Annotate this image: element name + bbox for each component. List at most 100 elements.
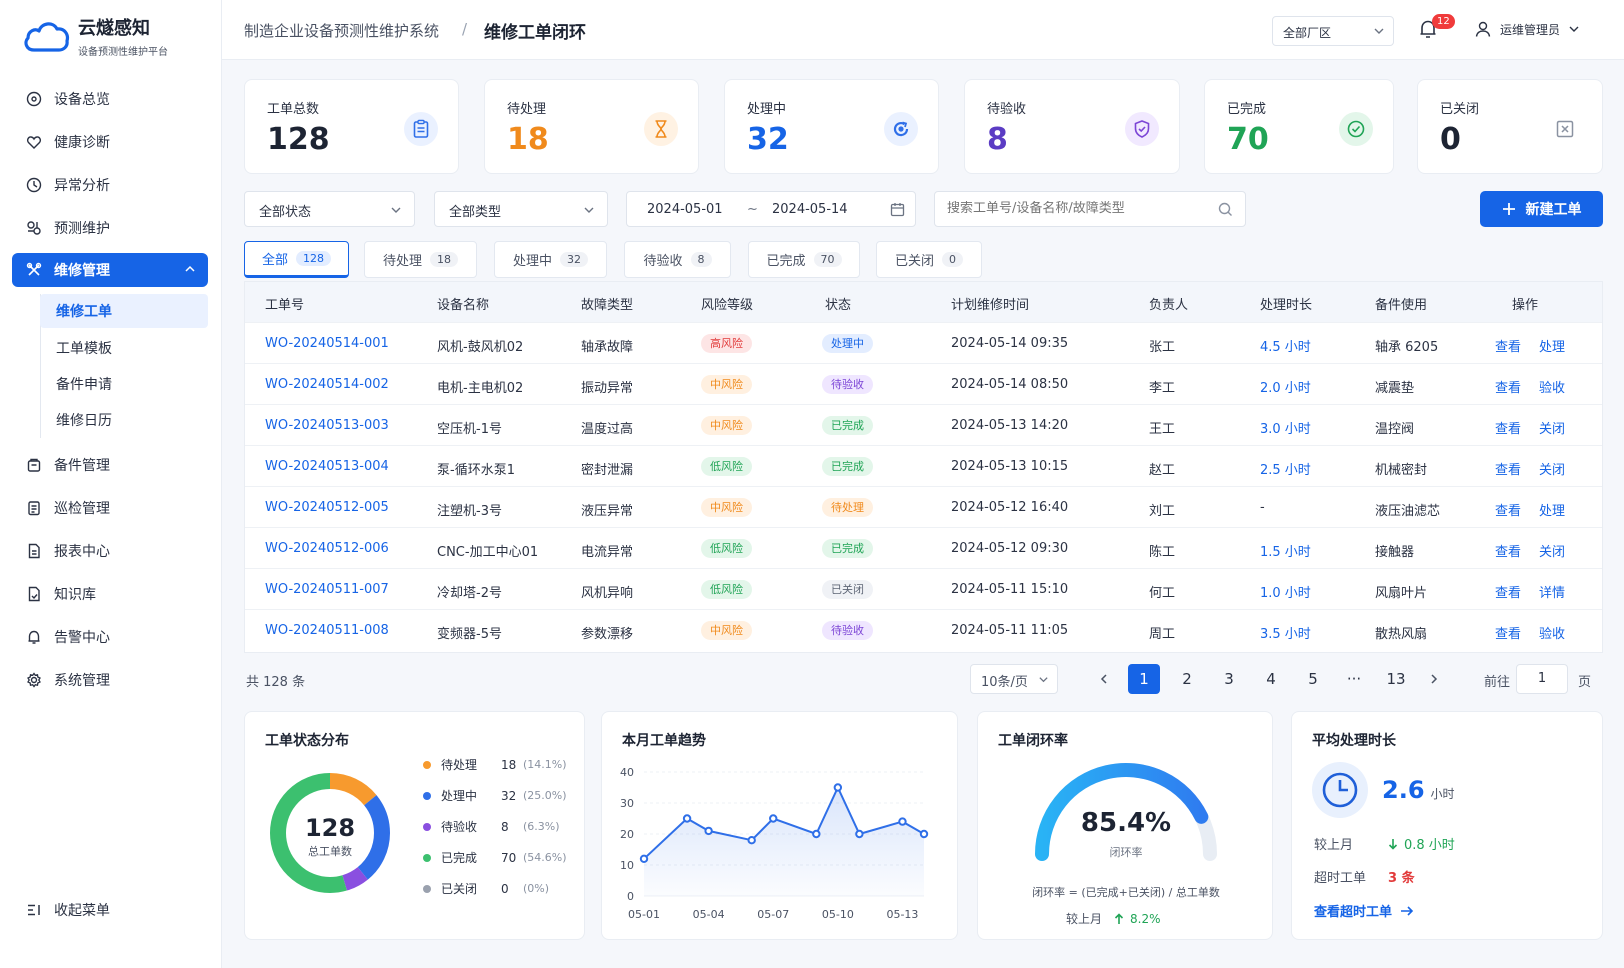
legend-item[interactable]: 已完成 70 (54.6%) [423,849,573,866]
page-1-button[interactable]: 1 [1128,664,1160,694]
view-overtime-link[interactable]: 查看超时工单 [1314,901,1414,920]
date-start[interactable]: 2024-05-01 [647,202,723,217]
legend-item[interactable]: 待处理 18 (14.1%) [423,756,573,773]
stat-card-processing[interactable]: 处理中 32 [724,79,939,174]
sidebar-item-knowledge[interactable]: 知识库 [12,577,208,611]
view-action-link[interactable]: 查看 [1495,623,1521,642]
view-action-link[interactable]: 查看 [1495,500,1521,519]
trend-point[interactable] [855,829,864,839]
table-row[interactable]: WO-20240512-006 CNC-加工中心01 电流异常 低风险 已完成 2024-… [245,527,1602,568]
work-order-id-link[interactable]: WO-20240513-003 [265,418,389,433]
legend-item[interactable]: 待验收 8 (6.3%) [423,818,573,835]
page-4-button[interactable]: 4 [1255,664,1287,694]
sidebar-item-health[interactable]: 健康诊断 [12,125,208,159]
legend-item[interactable]: 处理中 32 (25.0%) [423,787,573,804]
tab-closed[interactable]: 已关闭 0 [876,241,982,278]
user-menu[interactable]: 运维管理员 [1474,20,1580,38]
trend-point[interactable] [704,826,713,836]
next-page-button[interactable] [1418,664,1450,694]
search-box[interactable] [934,191,1246,227]
sidebar-item-inspection[interactable]: 巡检管理 [12,491,208,525]
table-row[interactable]: WO-20240512-005 注塑机-3号 液压异常 中风险 待处理 2024-05-1… [245,486,1602,527]
page-ellipsis[interactable]: ··· [1338,664,1370,694]
trend-point[interactable] [898,817,907,826]
row-action-link[interactable]: 关闭 [1539,418,1565,437]
table-row[interactable]: WO-20240511-007 冷却塔-2号 风机异响 低风险 已关闭 2024-05-1… [245,568,1602,609]
trend-point[interactable] [769,814,778,823]
column-header[interactable]: 设备名称 [437,294,489,313]
row-action-link[interactable]: 关闭 [1539,541,1565,560]
page-5-button[interactable]: 5 [1297,664,1329,694]
tab-completed[interactable]: 已完成 70 [748,241,860,278]
stat-card-closed[interactable]: 已关闭 0 [1417,79,1603,174]
work-order-id-link[interactable]: WO-20240511-008 [265,623,389,638]
table-row[interactable]: WO-20240513-003 空压机-1号 温度过高 中风险 已完成 2024-05-1… [245,404,1602,445]
row-action-link[interactable]: 处理 [1539,336,1565,355]
breadcrumb-root[interactable]: 制造企业设备预测性维护系统 [244,20,439,41]
table-row[interactable]: WO-20240514-001 风机-鼓风机02 轴承故障 高风险 处理中 2024-05… [245,322,1602,363]
trend-point[interactable] [682,814,692,823]
work-order-id-link[interactable]: WO-20240514-001 [265,336,389,351]
trend-point[interactable] [812,829,821,839]
prev-page-button[interactable] [1088,664,1120,694]
search-icon[interactable] [1218,202,1233,217]
sidebar-subitem-work-orders[interactable]: 维修工单 [40,294,208,328]
table-row[interactable]: WO-20240511-008 变频器-5号 参数漂移 中风险 待验收 2024-05-1… [245,609,1602,650]
row-action-link[interactable]: 详情 [1539,582,1565,601]
column-header[interactable]: 风险等级 [701,294,753,313]
row-action-link[interactable]: 关闭 [1539,459,1565,478]
sidebar-item-predict[interactable]: 预测维护 [12,211,208,245]
sidebar-subitem-calendar[interactable]: 维修日历 [40,403,208,437]
row-action-link[interactable]: 处理 [1539,500,1565,519]
work-order-id-link[interactable]: WO-20240512-005 [265,500,389,515]
sidebar-item-maintenance[interactable]: 维修管理 [12,253,208,287]
work-order-id-link[interactable]: WO-20240511-007 [265,582,389,597]
column-header[interactable]: 负责人 [1149,294,1188,313]
trend-point[interactable] [833,783,843,792]
page-size-select[interactable]: 10条/页 [970,664,1058,694]
view-action-link[interactable]: 查看 [1495,459,1521,478]
sidebar-item-overview[interactable]: 设备总览 [12,82,208,116]
sidebar-item-system[interactable]: 系统管理 [12,663,208,697]
work-order-id-link[interactable]: WO-20240514-002 [265,377,389,392]
view-action-link[interactable]: 查看 [1495,582,1521,601]
tab-processing[interactable]: 处理中 32 [494,241,607,278]
goto-page-input[interactable]: 1 [1516,664,1568,694]
stat-card-total[interactable]: 工单总数 128 [244,79,459,174]
view-action-link[interactable]: 查看 [1495,418,1521,437]
column-header[interactable]: 备件使用 [1375,294,1427,313]
stat-card-pending[interactable]: 待处理 18 [484,79,699,174]
column-header[interactable]: 计划维修时间 [951,294,1029,313]
stat-card-acceptance[interactable]: 待验收 8 [964,79,1180,174]
table-row[interactable]: WO-20240513-004 泵-循环水泵1 密封泄漏 低风险 已完成 2024-05-… [245,445,1602,486]
sidebar-item-parts[interactable]: 备件管理 [12,448,208,482]
table-row[interactable]: WO-20240514-002 电机-主电机02 振动异常 中风险 待验收 2024-05… [245,363,1602,404]
search-input[interactable] [947,201,1217,216]
sidebar-item-alerts[interactable]: 告警中心 [12,620,208,654]
collapse-menu-button[interactable]: 收起菜单 [12,893,208,927]
column-header[interactable]: 工单号 [265,294,304,313]
tab-pending[interactable]: 待处理 18 [364,241,477,278]
sidebar-subitem-templates[interactable]: 工单模板 [40,331,208,365]
column-header[interactable]: 状态 [825,294,851,313]
new-work-order-button[interactable]: 新建工单 [1480,191,1603,227]
view-action-link[interactable]: 查看 [1495,377,1521,396]
legend-item[interactable]: 已关闭 0 (0%) [423,880,573,897]
row-action-link[interactable]: 验收 [1539,623,1565,642]
trend-point[interactable] [747,836,756,845]
tab-acceptance[interactable]: 待验收 8 [624,241,731,278]
sidebar-item-anomaly[interactable]: 异常分析 [12,168,208,202]
status-filter-select[interactable]: 全部状态 [244,191,415,227]
page-13-button[interactable]: 13 [1380,664,1412,694]
column-header[interactable]: 处理时长 [1260,294,1312,313]
type-filter-select[interactable]: 全部类型 [434,191,608,227]
stat-card-completed[interactable]: 已完成 70 [1204,79,1394,174]
tab-all[interactable]: 全部 128 [244,241,349,278]
date-range-picker[interactable]: 2024-05-01 ~ 2024-05-14 [626,191,916,227]
view-action-link[interactable]: 查看 [1495,541,1521,560]
factory-select[interactable]: 全部厂区 [1272,16,1394,46]
logo[interactable]: 云燧感知 设备预测性维护平台 [22,14,168,58]
sidebar-item-reports[interactable]: 报表中心 [12,534,208,568]
work-order-id-link[interactable]: WO-20240512-006 [265,541,389,556]
trend-point[interactable] [639,854,649,864]
